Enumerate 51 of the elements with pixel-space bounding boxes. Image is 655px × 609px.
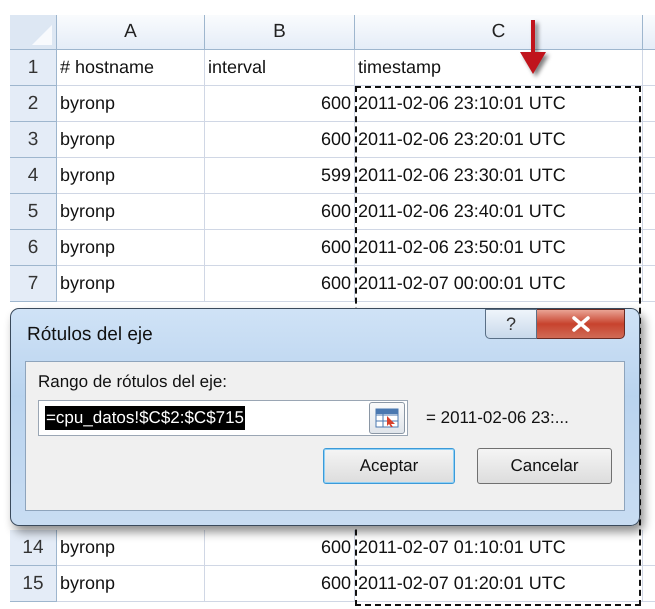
table-cell: 2011-02-07 01:10:01 UTC [355, 530, 643, 566]
table-cell: # hostname [57, 50, 205, 86]
range-select-icon [375, 408, 399, 428]
dialog-title: Rótulos del eje [26, 324, 153, 346]
table-cell: byronp [57, 266, 205, 302]
table-cell: byronp [57, 530, 205, 566]
table-cell: 2011-02-06 23:40:01 UTC [355, 194, 643, 230]
table-cell: byronp [57, 158, 205, 194]
arrow-icon [518, 20, 548, 76]
row-header[interactable]: 3 [10, 122, 57, 158]
row-header[interactable]: 5 [10, 194, 57, 230]
table-cell: byronp [57, 86, 205, 122]
table-cell: 600 [205, 530, 355, 566]
collapse-dialog-button[interactable] [369, 402, 405, 434]
table-cell: byronp [57, 566, 205, 602]
table-cell: 600 [205, 266, 355, 302]
row-header[interactable]: 6 [10, 230, 57, 266]
row-header[interactable]: 1 [10, 50, 57, 86]
row-header[interactable]: 4 [10, 158, 57, 194]
help-button[interactable]: ? [485, 309, 537, 339]
close-button[interactable] [537, 309, 625, 339]
table-cell: 600 [205, 194, 355, 230]
table-cell: byronp [57, 194, 205, 230]
row-header[interactable]: 14 [10, 530, 57, 566]
table-cell: 2011-02-06 23:20:01 UTC [355, 122, 643, 158]
row-header[interactable]: 7 [10, 266, 57, 302]
table-cell: 599 [205, 158, 355, 194]
table-cell: 600 [205, 86, 355, 122]
row-header[interactable]: 2 [10, 86, 57, 122]
ok-button[interactable]: Aceptar [323, 448, 455, 484]
table-cell: 600 [205, 122, 355, 158]
table-cell: 2011-02-07 00:00:01 UTC [355, 266, 643, 302]
table-cell: interval [205, 50, 355, 86]
table-cell: 600 [205, 566, 355, 602]
row-header[interactable]: 15 [10, 566, 57, 602]
field-label: Rango de rótulos del eje: [38, 372, 228, 392]
range-input-field[interactable]: =cpu_datos!$C$2:$C$715 [38, 400, 408, 436]
table-cell: 2011-02-06 23:50:01 UTC [355, 230, 643, 266]
table-cell: 600 [205, 230, 355, 266]
corner-triangle-icon [32, 25, 52, 45]
table-cell: 2011-02-06 23:30:01 UTC [355, 158, 643, 194]
column-header[interactable]: C [355, 15, 643, 50]
preview-text: = 2011-02-06 23:... [426, 408, 569, 428]
column-header[interactable]: B [205, 15, 355, 50]
table-cell: 2011-02-07 01:20:01 UTC [355, 566, 643, 602]
cancel-button[interactable]: Cancelar [477, 448, 612, 484]
table-cell: byronp [57, 122, 205, 158]
close-icon [570, 316, 590, 332]
table-cell: byronp [57, 230, 205, 266]
column-header[interactable]: A [57, 15, 205, 50]
table-cell: 2011-02-06 23:10:01 UTC [355, 86, 643, 122]
